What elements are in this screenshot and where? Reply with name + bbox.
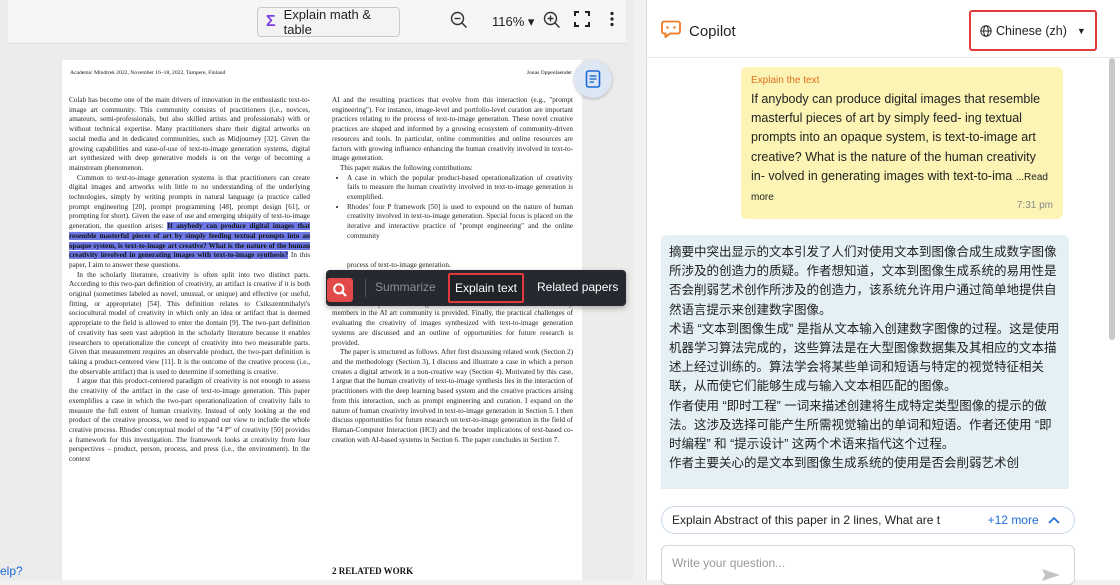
assistant-paragraph: 作者主要关心的是文本到图像生成系统的使用是否会削弱艺术创 [669,456,1020,471]
suggested-question-text: Explain Abstract of this paper in 2 line… [672,513,941,527]
pdf-viewer: Σ Explain math & table 116% ▾ Academic M… [0,0,633,580]
paragraph: I argue that this product-centered parad… [69,377,310,464]
list-item: A case in which the popular product-base… [347,174,573,203]
pdf-page: Academic Mindtrek 2022, November 16–18, … [62,60,582,580]
copilot-title: Copilot [689,23,736,40]
contribution-list: A case in which the popular product-base… [332,174,573,271]
copilot-header: Copilot Chinese (zh) ▼ [647,0,1120,58]
zoom-in-icon[interactable] [542,11,562,31]
selection-context-menu: Summarize Explain text Related papers [326,270,626,306]
fullscreen-icon[interactable] [572,11,592,31]
assistant-paragraph: 术语 “文本到图像生成” 是指从文本输入创建数字图像的过程。这是使用机器学习算法… [669,321,1060,394]
globe-icon [980,24,992,37]
help-link[interactable]: elp? [0,564,23,578]
zoom-out-icon[interactable] [449,11,469,31]
chevron-down-icon: ▼ [1076,25,1086,36]
question-input[interactable]: Write your question... [661,545,1075,585]
page-header-author: Jonas Oppenlaender [526,70,572,76]
zoom-level-value: 116% [492,14,525,29]
user-message-body: If anybody can produce digital images th… [751,92,1041,183]
chevron-down-icon: ▾ [527,14,535,29]
sigma-icon: Σ [266,13,276,30]
text-column-left: Colab has become one of the main drivers… [69,96,310,465]
related-papers-button[interactable]: Related papers [537,280,618,294]
copilot-chat-icon [661,20,681,38]
explain-text-button[interactable]: Explain text [448,273,524,303]
copilot-panel: Copilot Chinese (zh) ▼ Explain the text … [646,0,1120,585]
explain-math-label: Explain math & table [283,7,372,37]
language-value: Chinese (zh) [996,23,1067,38]
search-selection-button[interactable] [327,278,353,302]
pdf-toolbar: Σ Explain math & table 116% ▾ [8,0,626,44]
assistant-message-text: 摘要中突出显示的文本引发了人们对使用文本到图像合成生成数字图像所涉及的创造力的质… [669,243,1061,473]
user-message-text: If anybody can produce digital images th… [751,90,1053,207]
assistant-paragraph: 摘要中突出显示的文本引发了人们对使用文本到图像合成生成数字图像所涉及的创造力的质… [669,245,1057,317]
paragraph: The paper is structured as follows. Afte… [332,348,573,444]
document-icon [585,70,601,88]
summarize-button[interactable]: Summarize [375,280,436,294]
search-icon [333,283,347,297]
zoom-level-select[interactable]: 116% ▾ [492,14,534,30]
list-item-text: process of text-to-image generation. [347,260,451,269]
more-options-icon[interactable] [602,11,622,31]
list-item: Rhodes' four P framework [50] is used to… [347,203,573,271]
more-suggestions-button[interactable]: +12 more [988,513,1060,527]
paragraph: This paper makes the following contribut… [340,163,473,172]
list-item-text: Rhodes' four P framework [50] is used to… [347,202,573,240]
user-message-bubble: Explain the text If anybody can produce … [741,67,1063,219]
paragraph: Common to text-to-image generation syste… [69,174,310,271]
chat-history[interactable]: Explain the text If anybody can produce … [647,59,1120,489]
assistant-paragraph: 作者使用 “即时工程” 一词来描述创建将生成特定类型图像的提示的做法。这涉及选择… [669,398,1052,452]
suggested-question-bar[interactable]: Explain Abstract of this paper in 2 line… [661,506,1075,534]
language-select[interactable]: Chinese (zh) ▼ [969,10,1097,51]
paragraph: Colab has become one of the main drivers… [69,96,310,172]
assistant-message-bubble: 摘要中突出显示的文本引发了人们对使用文本到图像合成生成数字图像所涉及的创造力的质… [661,235,1069,489]
explain-math-button[interactable]: Σ Explain math & table [257,7,400,37]
message-timestamp: 7:31 pm [1016,200,1053,211]
chevron-up-icon [1048,516,1060,524]
page-header-venue: Academic Mindtrek 2022, November 16–18, … [70,70,226,76]
message-tag: Explain the text [751,75,820,86]
paragraph: AI and the resulting practices that evol… [332,96,573,163]
menu-divider [365,279,366,297]
chat-scrollbar[interactable] [1109,58,1115,340]
section-heading: 2 RELATED WORK [332,566,414,576]
more-suggestions-label: +12 more [987,513,1039,527]
paragraph: In the scholarly literature, creativity … [69,270,310,376]
document-outline-button[interactable] [574,60,612,98]
